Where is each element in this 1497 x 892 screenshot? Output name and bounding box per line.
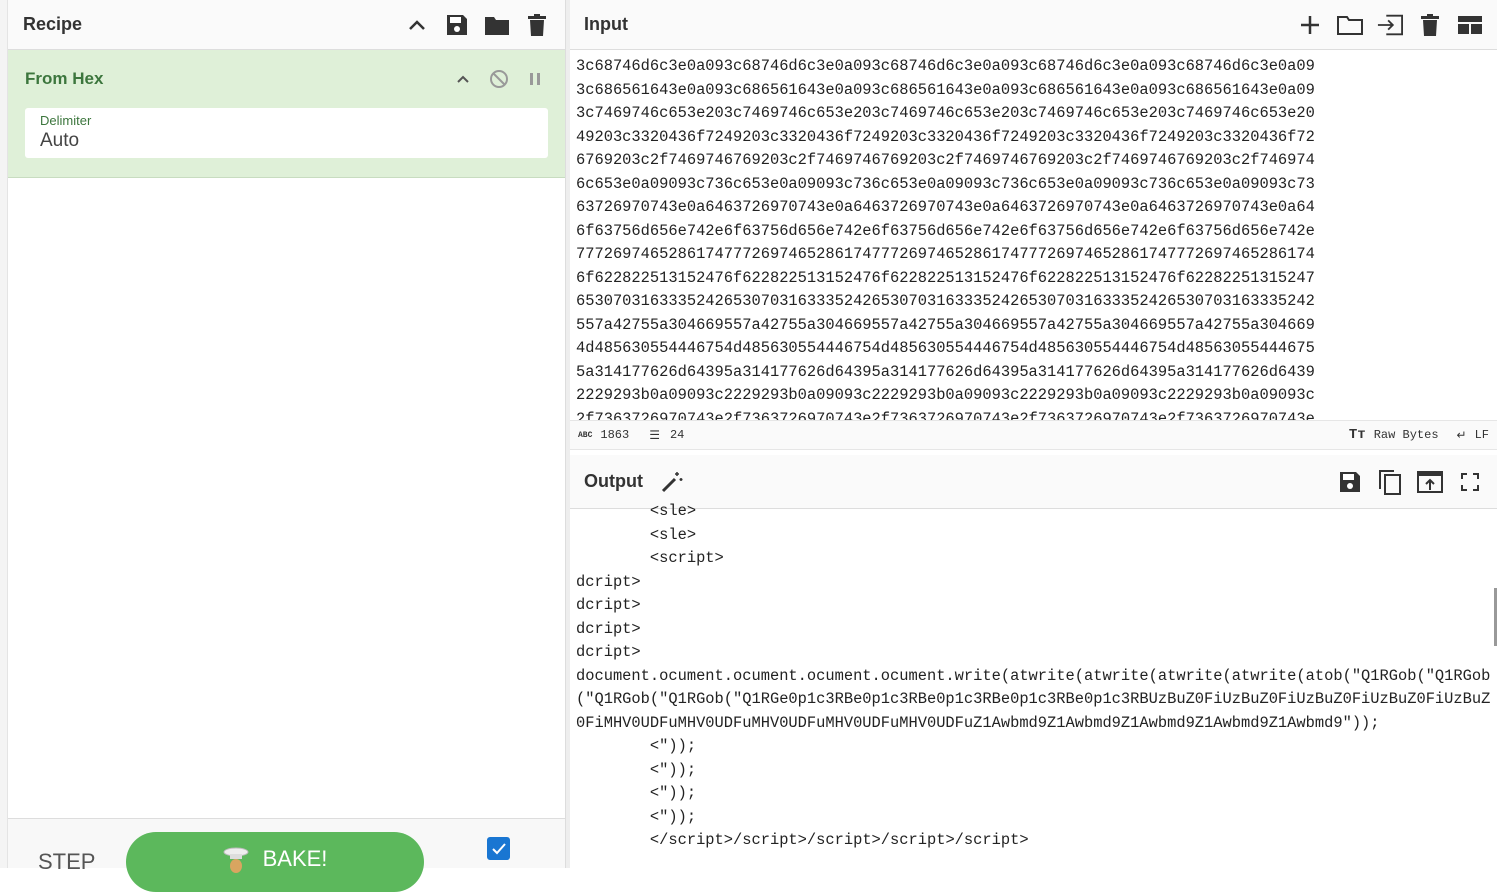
recipe-header: Recipe <box>8 0 565 50</box>
left-edge-strip <box>0 0 8 868</box>
input-title: Input <box>584 14 628 34</box>
eol-icon[interactable]: ↵ <box>1457 428 1467 443</box>
recipe-title: Recipe <box>23 14 83 34</box>
encoding-icon[interactable]: Tт <box>1349 427 1366 443</box>
input-line: 3c7469746c653e203c7469746c653e203c746974… <box>576 104 1315 122</box>
disable-operation-icon[interactable] <box>486 66 512 92</box>
load-recipe-folder-icon[interactable] <box>484 12 510 38</box>
operation-title: From Hex <box>25 69 104 88</box>
input-line: 7772697465286174777269746528617477726974… <box>576 245 1315 263</box>
input-line: 6530703163335242653070316333524265307031… <box>576 292 1315 310</box>
input-line: 2229293b0a09093c2229293b0a09093c2229293b… <box>576 386 1315 404</box>
input-line: 3c686561643e0a093c686561643e0a093c686561… <box>576 80 1315 99</box>
replace-input-with-output-icon[interactable] <box>1417 469 1443 495</box>
bake-label: BAKE! <box>262 846 328 871</box>
input-line: 6f63756d656e742e6f63756d656e742e6f63756d… <box>576 221 1315 240</box>
input-line: 6f622822513152476f622822513152476f622822… <box>576 268 1315 287</box>
input-line: 49203c3320436f7249203c3320436f7249203c33… <box>576 127 1315 146</box>
collapse-chevron-icon[interactable] <box>404 12 430 38</box>
output-text[interactable]: <sle> <sle> <script> dcript> dcript> dcr… <box>570 500 1492 868</box>
copy-output-icon[interactable] <box>1377 469 1403 495</box>
input-line: 63726970743e0a6463726970743e0a6463726970… <box>576 198 1315 216</box>
delimiter-label: Delimiter <box>40 113 92 128</box>
magic-wand-icon[interactable] <box>659 469 685 495</box>
input-encoding[interactable]: Raw Bytes <box>1374 428 1439 442</box>
clear-recipe-trash-icon[interactable] <box>524 12 550 38</box>
input-length: 1863 <box>600 428 630 442</box>
delimiter-value[interactable]: Auto <box>40 130 533 152</box>
reset-layout-icon[interactable] <box>1457 12 1483 38</box>
operation-from-hex: From Hex Delimiter Auto <box>8 50 565 178</box>
open-folder-icon[interactable] <box>1337 12 1363 38</box>
input-line: 557a42755a304669557a42755a304669557a4275… <box>576 315 1315 334</box>
add-tab-plus-icon[interactable] <box>1297 12 1323 38</box>
bake-button[interactable]: BAKE! <box>126 832 424 892</box>
input-status-bar: ABC 1863 ☰ 24 Tт Raw Bytes ↵ LF <box>570 420 1497 450</box>
input-header: Input <box>570 0 1497 50</box>
maximise-output-icon[interactable] <box>1457 469 1483 495</box>
recipe-panel: Recipe From Hex Delimiter Auto STEP BAKE… <box>8 0 565 892</box>
clear-input-trash-icon[interactable] <box>1417 12 1443 38</box>
open-file-import-icon[interactable] <box>1377 12 1403 38</box>
length-abc-icon: ABC <box>578 430 593 440</box>
input-line: 5a314177626d64395a314177626d64395a314177… <box>576 362 1315 381</box>
input-textarea[interactable]: 3c68746d6c3e0a093c68746d6c3e0a093c68746d… <box>570 55 1497 420</box>
save-output-icon[interactable] <box>1337 469 1363 495</box>
lines-icon: ☰ <box>649 428 660 443</box>
input-line: 4d485630554446754d485630554446754d485630… <box>576 339 1315 357</box>
bake-controls: STEP BAKE! <box>8 818 565 892</box>
step-button[interactable]: STEP <box>38 849 95 875</box>
delimiter-field[interactable]: Delimiter Auto <box>25 108 548 158</box>
io-panel: Input 3c68746d6c3e0a093c68746d6c3e0a093c… <box>570 0 1497 868</box>
input-line: 6c653e0a09093c736c653e0a09093c736c653e0a… <box>576 174 1315 193</box>
collapse-operation-icon[interactable] <box>450 66 476 92</box>
output-title: Output <box>584 471 643 491</box>
input-line-count: 24 <box>669 428 685 442</box>
save-recipe-icon[interactable] <box>444 12 470 38</box>
input-line: 6769203c2f7469746769203c2f7469746769203c… <box>576 151 1315 169</box>
input-eol[interactable]: LF <box>1475 428 1489 442</box>
chef-icon <box>223 846 249 892</box>
auto-bake-checkbox[interactable] <box>487 837 510 860</box>
pause-breakpoint-icon[interactable] <box>522 66 548 92</box>
input-line: 3c68746d6c3e0a093c68746d6c3e0a093c68746d… <box>576 57 1315 75</box>
input-line: 2f7363726970743e2f7363726970743e2f736372… <box>576 409 1315 421</box>
